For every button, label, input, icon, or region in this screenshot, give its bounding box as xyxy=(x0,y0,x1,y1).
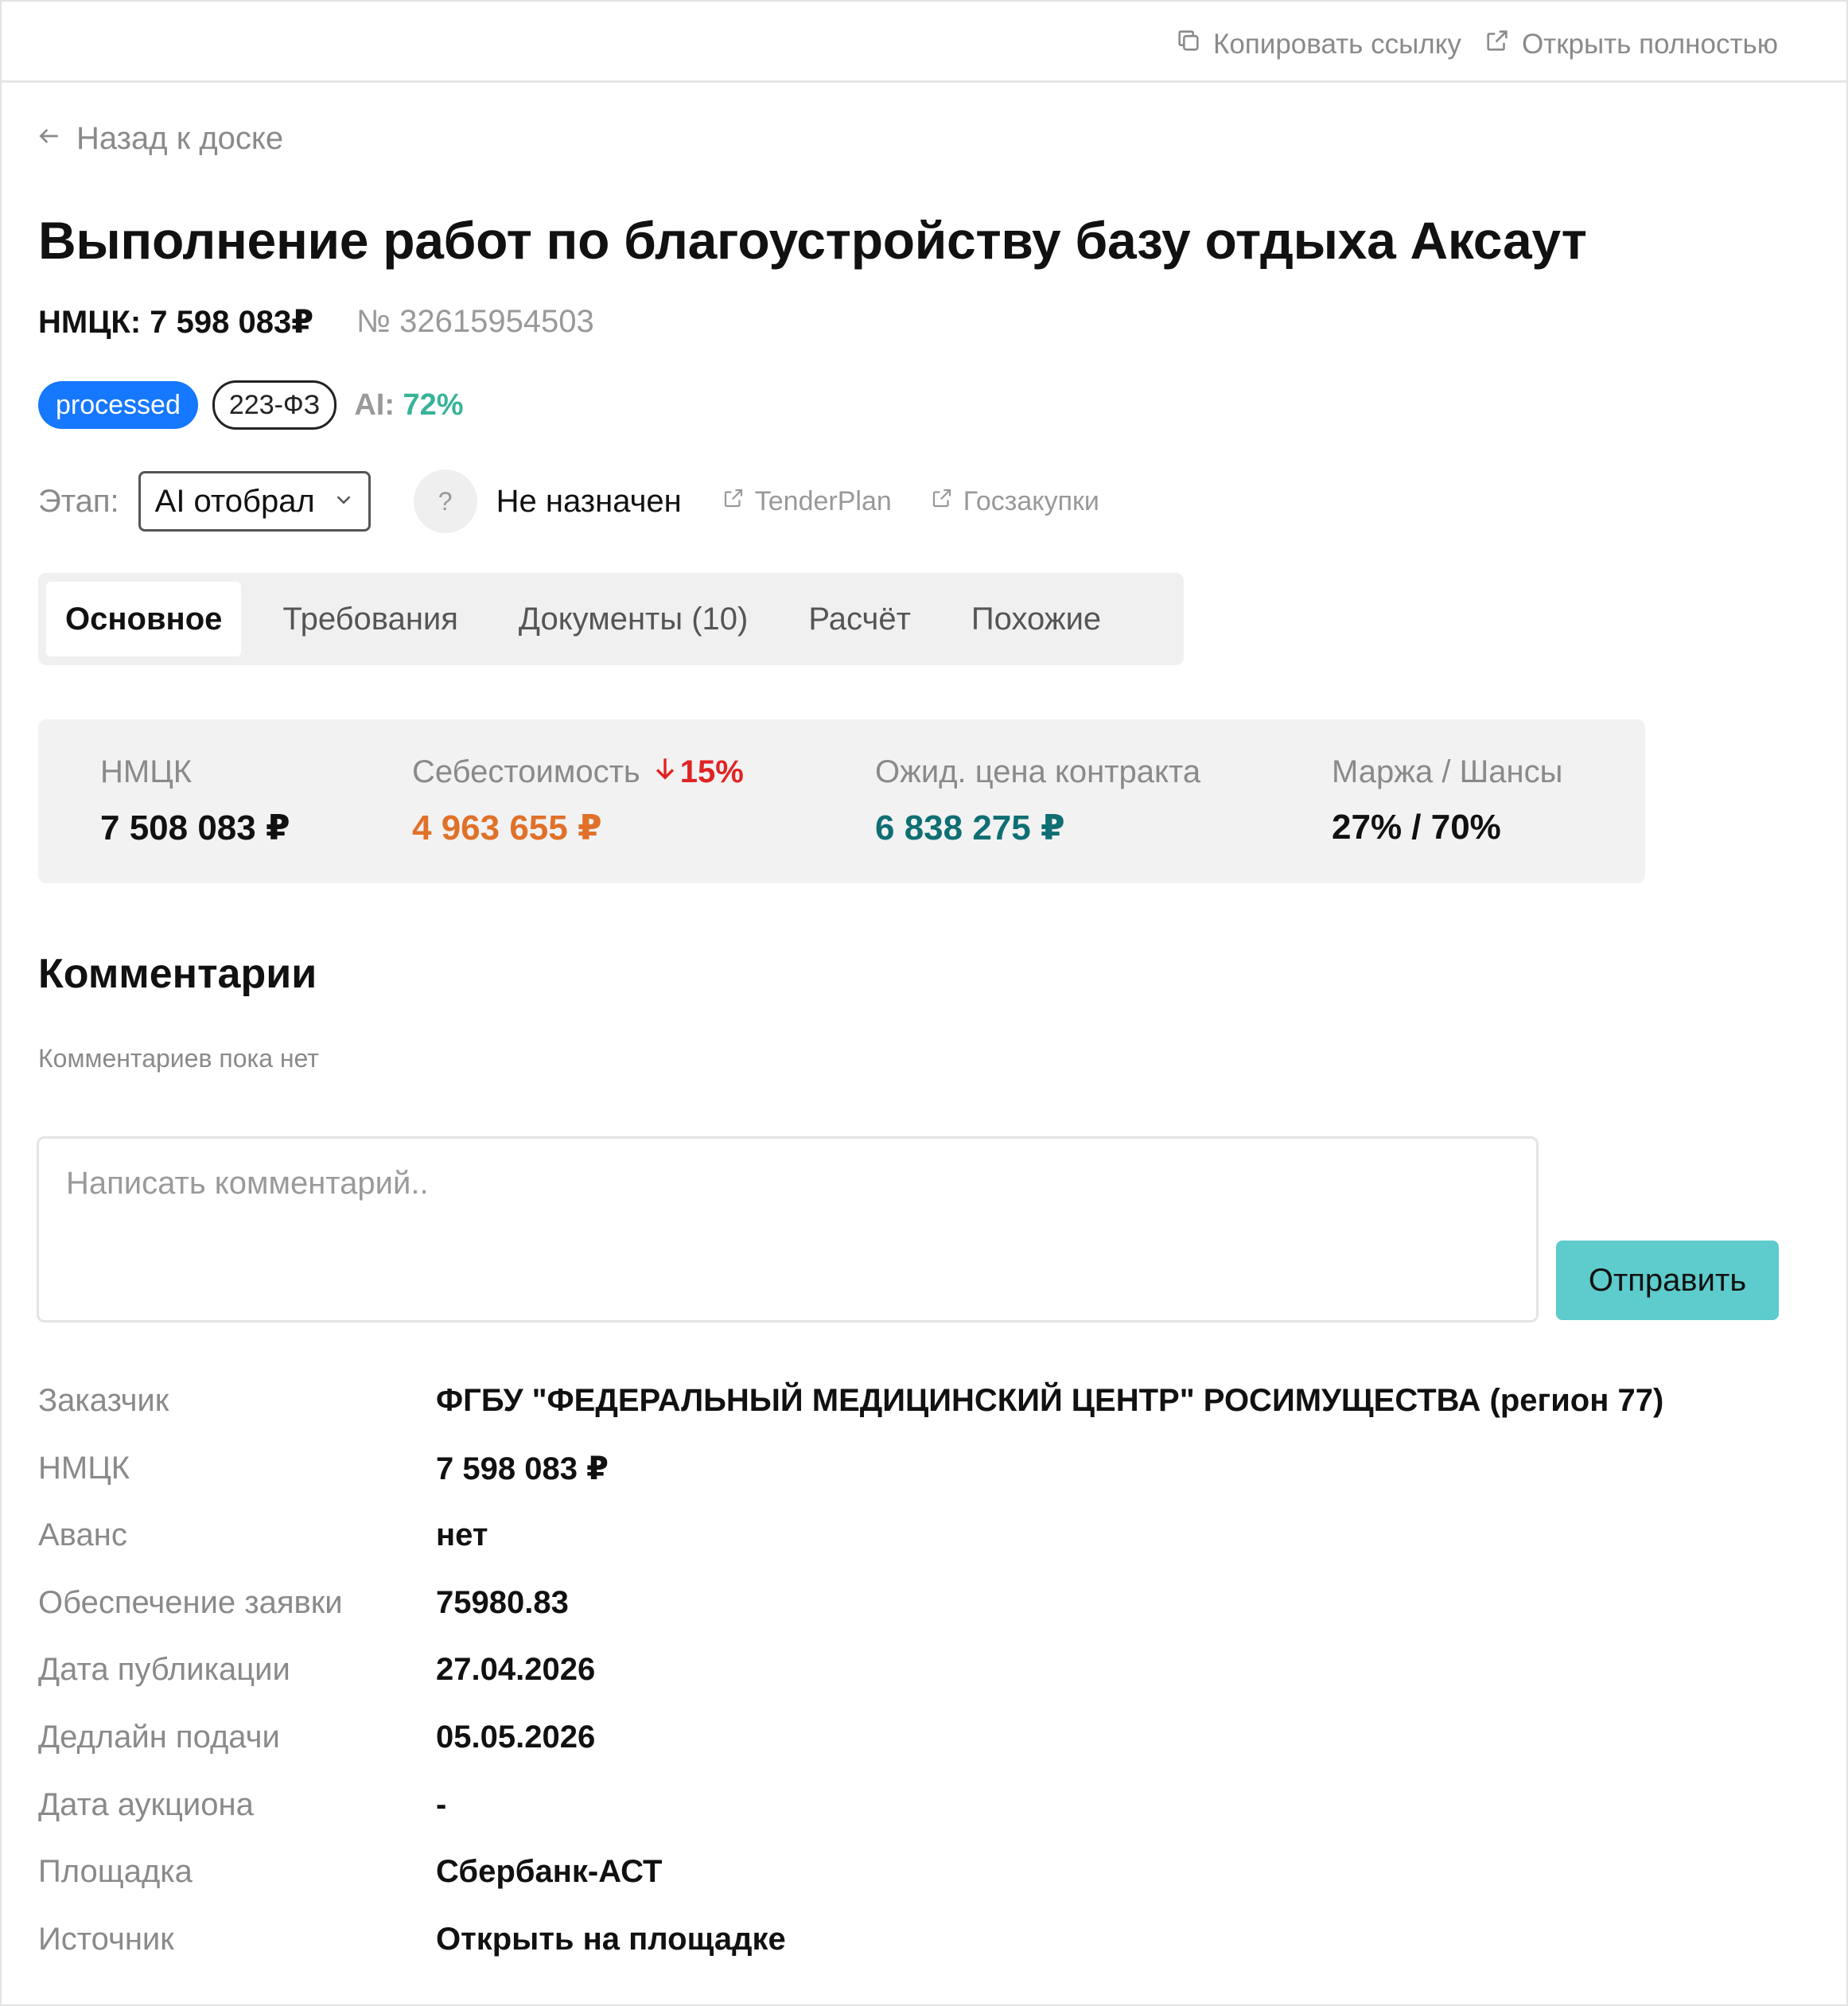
stat-cost-label: Себестоимость xyxy=(412,754,640,789)
stat-nmck-value: 7 508 083 ₽ xyxy=(100,808,290,847)
stat-cost-label-row: Себестоимость 15% xyxy=(412,754,744,790)
stage-row: Этап: AI отобрал ? Не назначен TenderPla… xyxy=(38,469,1099,533)
back-label: Назад к доске xyxy=(76,121,284,156)
external-link-icon xyxy=(722,486,745,517)
goszakupki-label: Госзакупки xyxy=(963,485,1099,516)
detail-value: ФГБУ "ФЕДЕРАЛЬНЫЙ МЕДИЦИНСКИЙ ЦЕНТР" РОС… xyxy=(436,1383,1664,1418)
stat-nmck-label: НМЦК xyxy=(100,754,193,789)
stat-expected: Ожид. цена контракта 6 838 275 ₽ xyxy=(875,754,1200,848)
cost-delta: 15% xyxy=(653,754,744,790)
nmck-summary: НМЦК: 7 598 083₽ xyxy=(38,305,314,340)
ai-score-value: 72% xyxy=(403,388,464,422)
page-title: Выполнение работ по благоустройству базу… xyxy=(38,211,1587,270)
tab-calculation[interactable]: Расчёт xyxy=(789,582,930,656)
detail-key: Дата публикации xyxy=(38,1652,290,1688)
stat-nmck: НМЦК 7 508 083 ₽ xyxy=(100,754,290,848)
external-link-icon xyxy=(930,486,954,517)
detail-key: Источник xyxy=(38,1921,174,1957)
arrow-down-icon xyxy=(653,754,677,790)
open-on-platform-link[interactable]: Открыть на площадке xyxy=(436,1922,786,1957)
detail-key: Обеспечение заявки xyxy=(38,1584,343,1620)
cost-delta-value: 15% xyxy=(679,754,744,789)
detail-key: Аванс xyxy=(38,1517,127,1553)
open-full-button[interactable]: Открыть полностью xyxy=(1484,27,1778,61)
stat-cost-value: 4 963 655 ₽ xyxy=(412,808,602,847)
comments-heading: Комментарии xyxy=(38,951,317,997)
detail-value: Сбербанк-АСТ xyxy=(436,1854,663,1890)
tab-requirements[interactable]: Требования xyxy=(263,582,477,656)
tabs-bar: Основное Требования Документы (10) Расчё… xyxy=(38,573,1184,665)
panel-topbar: Копировать ссылку Открыть полностью xyxy=(2,2,1846,83)
stat-margin: Маржа / Шансы 27% / 70% xyxy=(1332,754,1562,847)
detail-value: 05.05.2026 xyxy=(436,1719,596,1755)
assignee-avatar[interactable]: ? xyxy=(413,469,477,533)
detail-key: Дедлайн подачи xyxy=(38,1719,280,1755)
open-full-label: Открыть полностью xyxy=(1521,28,1778,60)
tenderplan-link[interactable]: TenderPlan xyxy=(722,486,892,517)
detail-value: - xyxy=(436,1786,447,1822)
copy-link-button[interactable]: Копировать ссылку xyxy=(1175,27,1461,61)
detail-value: 75980.83 xyxy=(436,1584,569,1620)
stage-label: Этап: xyxy=(38,483,119,519)
stat-cost: Себестоимость 15% 4 963 655 ₽ xyxy=(412,754,744,848)
detail-value: 7 598 083 ₽ xyxy=(436,1451,609,1486)
stage-select[interactable]: AI отобрал xyxy=(138,471,371,532)
tab-documents[interactable]: Документы (10) xyxy=(500,582,767,656)
detail-key: Площадка xyxy=(38,1854,193,1890)
stat-margin-label: Маржа / Шансы xyxy=(1332,754,1563,789)
chevron-down-icon xyxy=(332,484,356,520)
tab-main[interactable]: Основное xyxy=(46,582,242,656)
tab-similar[interactable]: Похожие xyxy=(952,582,1120,656)
ai-score: AI: 72% xyxy=(354,388,463,423)
stats-card: НМЦК 7 508 083 ₽ Себестоимость 15% 4 963… xyxy=(38,719,1645,883)
arrow-left-icon xyxy=(37,121,62,157)
detail-key: НМЦК xyxy=(38,1450,130,1486)
stat-margin-value: 27% / 70% xyxy=(1332,808,1501,847)
copy-link-label: Копировать ссылку xyxy=(1212,28,1461,60)
stage-select-value: AI отобрал xyxy=(154,483,315,519)
stat-expected-value: 6 838 275 ₽ xyxy=(875,808,1065,847)
law-badge: 223-ФЗ xyxy=(212,380,337,430)
stat-expected-label: Ожид. цена контракта xyxy=(875,754,1201,789)
tender-meta: НМЦК: 7 598 083₽ № 32615954503 xyxy=(38,304,594,341)
detail-value: нет xyxy=(436,1517,488,1553)
tender-detail-panel: Копировать ссылку Открыть полностью Наза… xyxy=(0,0,1848,2006)
comments-empty-text: Комментариев пока нет xyxy=(38,1044,319,1073)
tender-number: № 32615954503 xyxy=(356,304,594,339)
copy-icon xyxy=(1175,27,1202,61)
detail-value: 27.04.2026 xyxy=(436,1652,596,1688)
badges-row: processed 223-ФЗ AI: 72% xyxy=(38,380,464,430)
tenderplan-label: TenderPlan xyxy=(754,485,892,516)
back-to-board-link[interactable]: Назад к доске xyxy=(37,121,283,157)
ai-score-label: AI: xyxy=(354,388,395,422)
comment-input[interactable] xyxy=(37,1136,1539,1322)
detail-key: Дата аукциона xyxy=(38,1786,254,1822)
status-badge: processed xyxy=(38,381,198,429)
goszakupki-link[interactable]: Госзакупки xyxy=(930,486,1099,517)
external-link-icon xyxy=(1484,27,1511,61)
topbar-actions: Копировать ссылку Открыть полностью xyxy=(1175,27,1778,61)
send-comment-button[interactable]: Отправить xyxy=(1556,1241,1779,1320)
assignee-name[interactable]: Не назначен xyxy=(496,484,682,520)
detail-key: Заказчик xyxy=(38,1383,169,1418)
